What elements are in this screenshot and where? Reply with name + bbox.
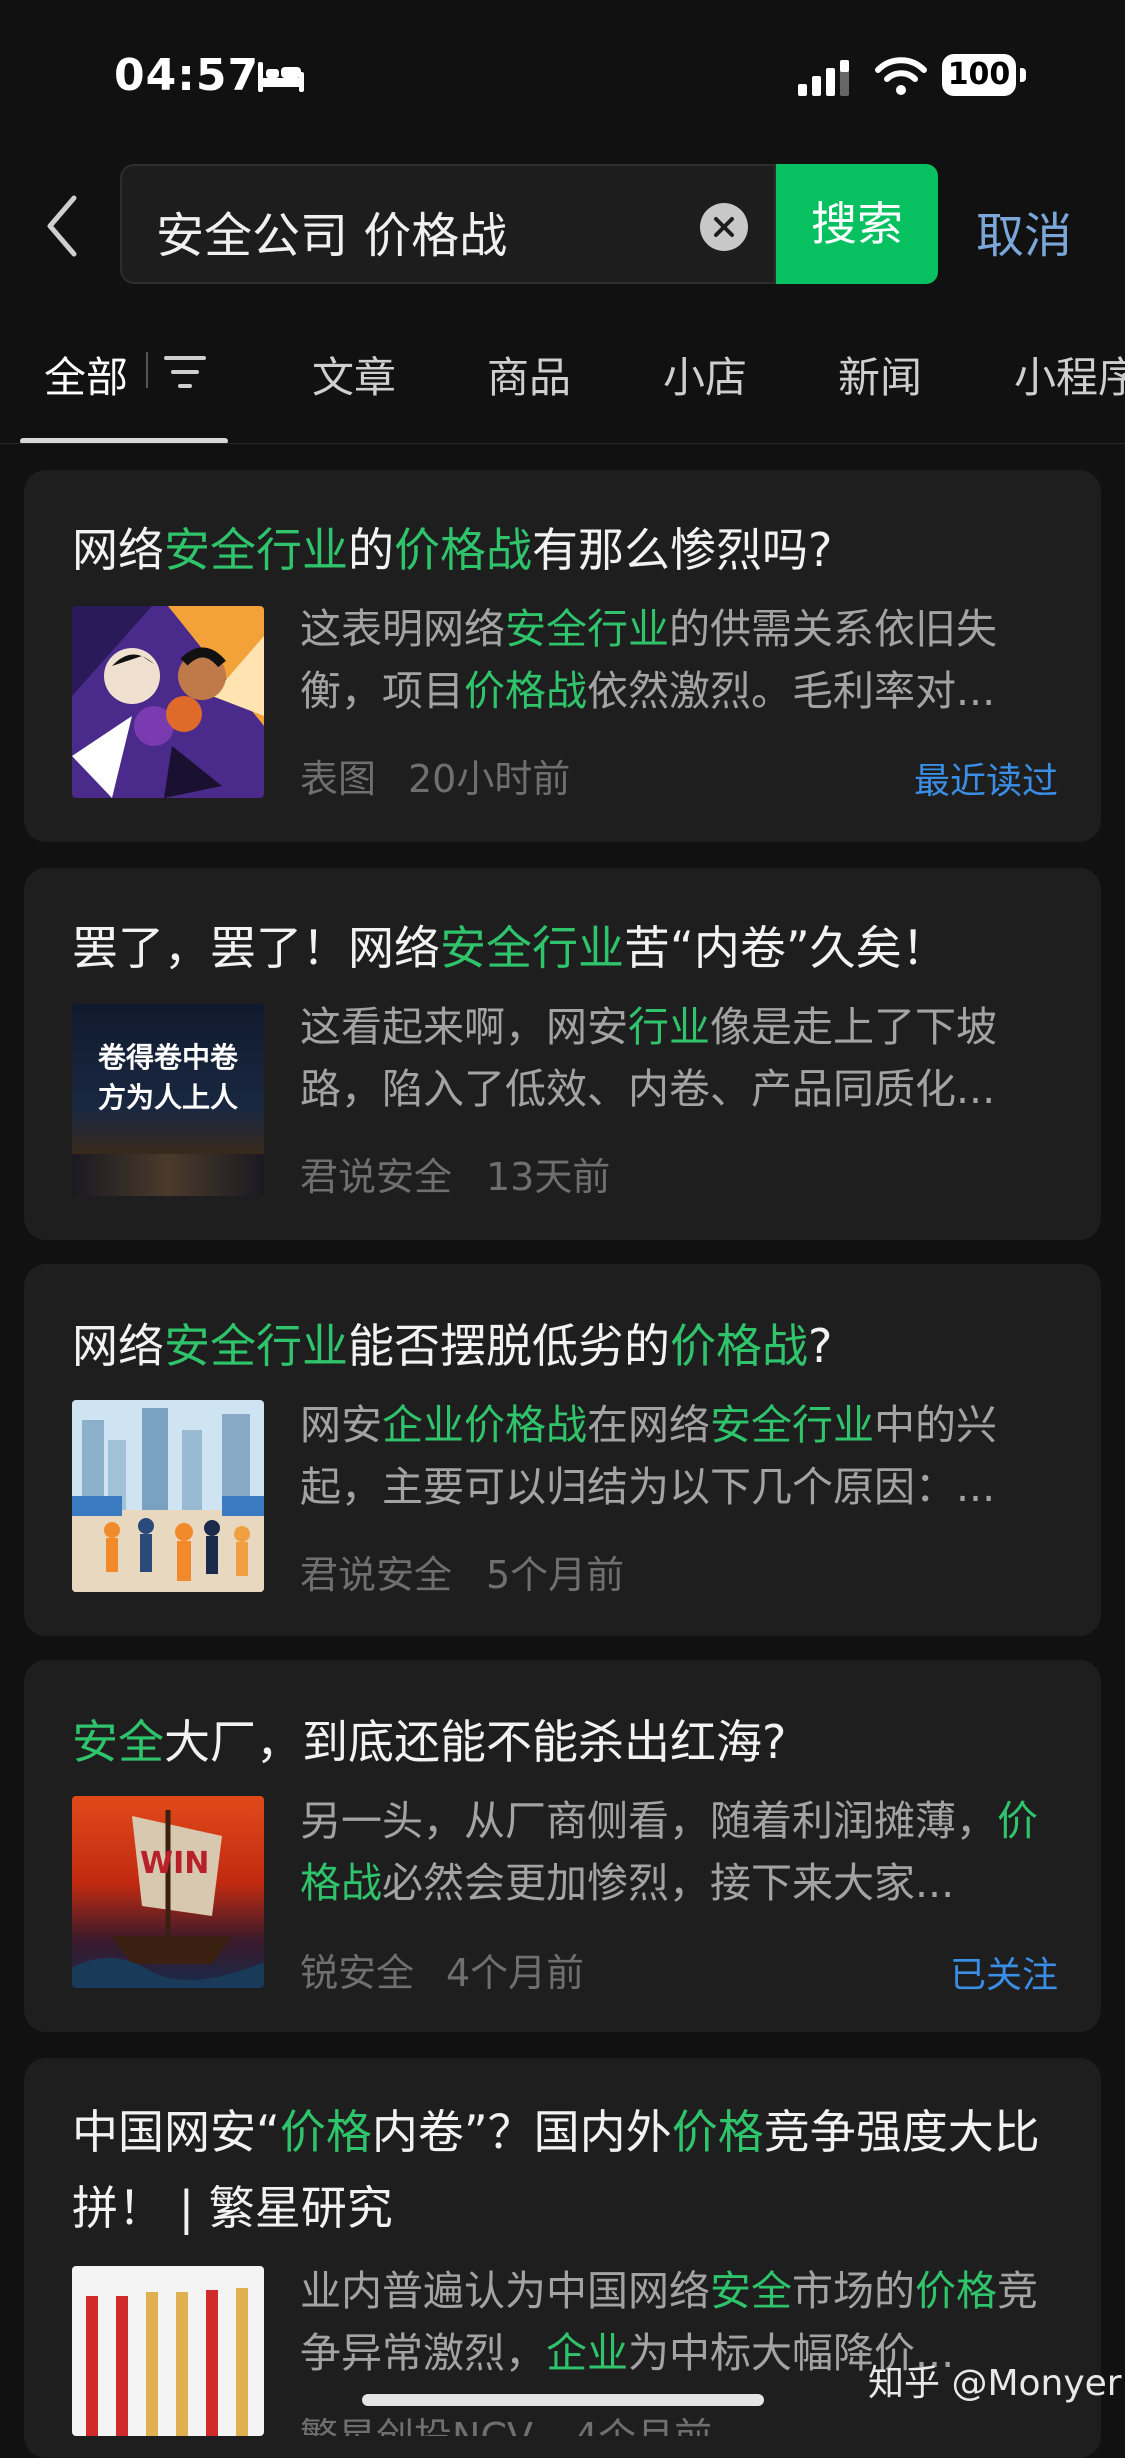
keyword-highlight: 安全行业 [440,921,624,975]
result-title[interactable]: 罢了，罢了！网络安全行业苦“内卷”久矣！ [72,912,948,978]
tab-divider [146,352,148,388]
result-title[interactable]: 网络安全行业能否摆脱低劣的价格战? [72,1310,832,1376]
following-tag: 已关注 [950,1955,1059,1996]
result-snippet: 网安企业价格战在网络安全行业中的兴起，主要可以归结为以下几个原因：... [300,1394,1040,1518]
signal-icon [798,60,849,96]
cancel-button[interactable]: 取消 [976,196,1072,266]
keyword-highlight: 价格战 [464,667,587,715]
text-segment: 网络 [72,523,164,577]
text-segment: 业内普遍认为中国网络 [300,2267,710,2315]
text-segment: 网安 [300,1401,382,1449]
wifi-icon [875,57,927,95]
thumbnail-text: WIN [140,1846,210,1881]
result-title[interactable]: 安全大厂，到底还能不能杀出红海? [72,1706,786,1772]
text-segment: 必然会更加惨烈，接下来大家... [382,1859,955,1907]
clear-icon[interactable] [700,203,748,251]
status-time: 04:57 [114,50,260,101]
result-title[interactable]: 中国网安“价格内卷”？国内外价格竞争强度大比拼！ | 繁星研究 [72,2094,1072,2246]
tab-products[interactable]: 商品 [487,344,571,405]
keyword-highlight: 价格战 [670,1319,808,1373]
bed-icon [258,62,304,92]
keyword-highlight: 安全行业 [164,523,348,577]
keyword-highlight: 安全行业 [164,1319,348,1373]
recently-read-tag: 最近读过 [914,761,1059,802]
result-snippet: 这看起来啊，网安行业像是走上了下坡路，陷入了低效、内卷、产品同质化... [300,996,1040,1120]
text-segment: 网络 [72,1319,164,1373]
text-segment: 苦“内卷”久矣！ [624,921,948,975]
result-thumbnail[interactable]: 卷得卷中卷 方为人上人 [72,1004,264,1196]
keyword-highlight: 安全行业 [710,1401,874,1449]
tab-shops[interactable]: 小店 [663,344,747,405]
tab-mini-programs[interactable]: 小程序 [1014,344,1125,405]
result-thumbnail[interactable] [72,2266,264,2436]
keyword-highlight: 企业价格战 [382,1401,587,1449]
text-segment: 罢了，罢了！网络 [72,921,440,975]
watermark: 知乎 @Monyer [868,2363,1122,2404]
result-time: 4个月前 [574,2406,712,2436]
result-thumbnail[interactable] [72,1400,264,1592]
battery-icon: 100 [942,54,1026,98]
text-segment: 内卷”？国内外 [371,2105,672,2159]
tab-all[interactable]: 全部 [44,344,128,405]
thumbnail-text: 方为人上人 [97,1081,238,1114]
result-source: 君说安全 [300,1553,453,1597]
tab-articles[interactable]: 文章 [312,344,396,405]
keyword-highlight: 企业 [546,2329,628,2377]
text-segment: 的 [348,523,394,577]
keyword-highlight: 价格 [279,2105,372,2159]
text-segment: 有那么惨烈吗? [532,523,833,577]
battery-level: 100 [942,54,1016,96]
text-segment: 在网络 [587,1401,710,1449]
keyword-highlight: 安全 [72,1715,164,1769]
text-segment: 这表明网络 [300,605,505,653]
keyword-highlight: 安全行业 [505,605,669,653]
result-time: 5个月前 [486,1553,625,1597]
result-time: 20小时前 [408,757,571,801]
home-indicator [362,2394,764,2406]
thumbnail-text: 卷得卷中卷 [97,1041,238,1074]
result-source: 繁星创投NCV [300,2406,533,2436]
text-segment: 大厂，到底还能不能杀出红海? [164,1715,787,1769]
result-snippet: 这表明网络安全行业的供需关系依旧失衡，项目价格战依然激烈。毛利率对... [300,598,1040,722]
tab-bar-divider [0,443,1125,444]
result-source: 锐安全 [300,1951,415,1995]
keyword-highlight: 价格 [671,2105,764,2159]
search-button[interactable]: 搜索 [776,164,938,284]
result-thumbnail[interactable] [72,606,264,798]
filter-icon[interactable] [164,352,206,392]
tab-news[interactable]: 新闻 [838,344,922,405]
text-segment: 依然激烈。毛利率对... [587,667,996,715]
result-source: 表图 [300,757,377,801]
text-segment: 另一头，从厂商侧看，随着利润摊薄， [300,1797,997,1845]
text-segment: 中国网安“ [72,2105,280,2159]
text-segment: 这看起来啊，网安 [300,1003,628,1051]
back-chevron-icon[interactable] [40,192,84,260]
result-snippet: 另一头，从厂商侧看，随着利润摊薄，价格战必然会更加惨烈，接下来大家... [300,1790,1040,1914]
result-source: 君说安全 [300,1155,453,1199]
keyword-highlight: 价格战 [394,523,532,577]
result-time: 13天前 [486,1155,611,1199]
text-segment: 市场的 [792,2267,915,2315]
result-time: 4个月前 [446,1951,585,1995]
keyword-highlight: 价格 [915,2267,997,2315]
search-query-text[interactable]: 安全公司 价格战 [156,196,507,266]
result-thumbnail[interactable]: WIN [72,1796,264,1988]
text-segment: ? [808,1319,833,1373]
text-segment: 能否摆脱低劣的 [348,1319,670,1373]
keyword-highlight: 行业 [628,1003,710,1051]
keyword-highlight: 安全 [710,2267,792,2315]
result-title[interactable]: 网络安全行业的价格战有那么惨烈吗? [72,514,832,580]
